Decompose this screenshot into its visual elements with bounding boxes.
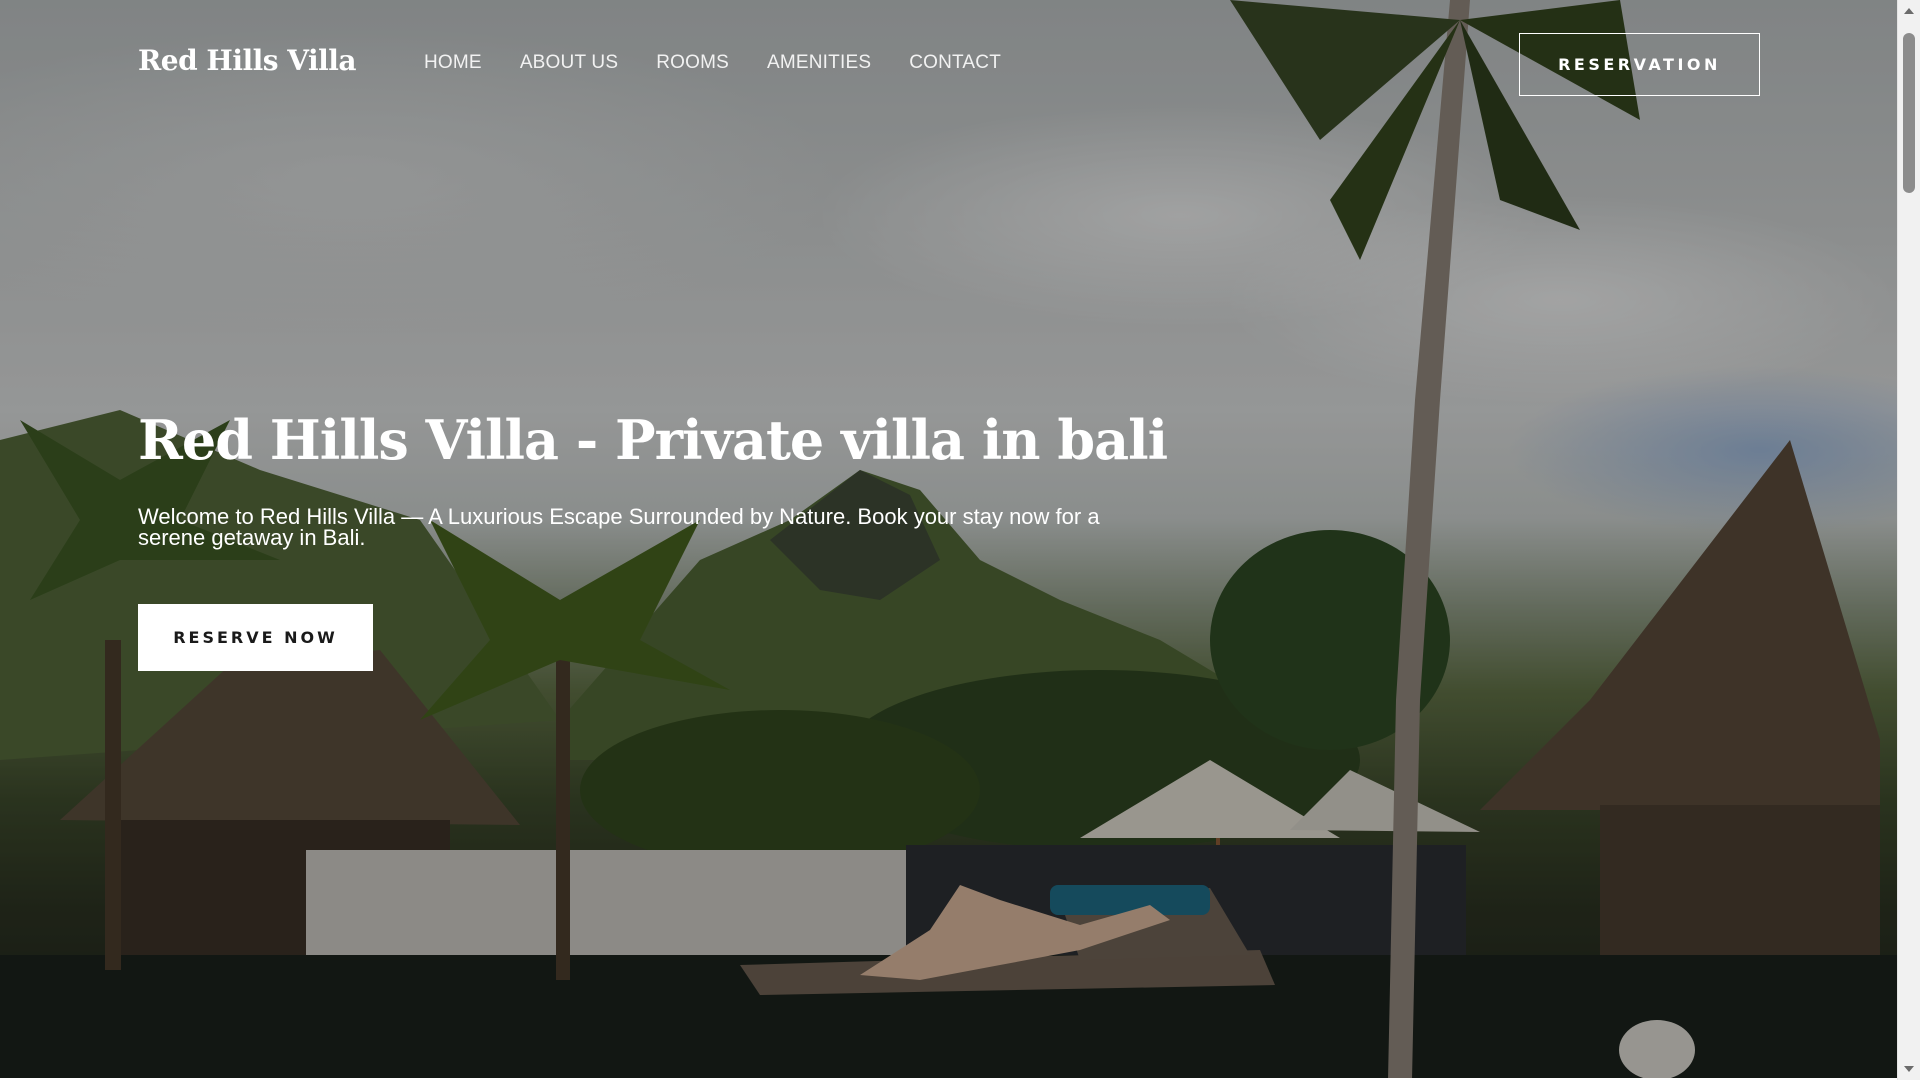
scrollbar-thumb[interactable]	[1903, 33, 1915, 193]
vertical-scrollbar[interactable]	[1897, 0, 1920, 1080]
nav-link-amenities[interactable]: AMENITIES	[767, 52, 871, 74]
triangle-down-icon[interactable]	[1904, 1066, 1914, 1072]
nav-link-contact[interactable]: CONTACT	[909, 52, 1001, 74]
hero-title: Red Hills Villa - Private villa in bali	[138, 408, 1168, 472]
nav-link-rooms[interactable]: ROOMS	[656, 52, 729, 74]
reserve-now-button[interactable]: RESERVE NOW	[138, 604, 373, 671]
site-logo[interactable]: Red Hills Villa	[138, 44, 357, 77]
hero-subtitle: Welcome to Red Hills Villa — A Luxurious…	[138, 504, 1100, 550]
nav-link-home[interactable]: HOME	[424, 52, 482, 74]
nav-link-about-us[interactable]: ABOUT US	[520, 52, 618, 74]
page-viewport: Red Hills Villa HOME ABOUT US ROOMS AMEN…	[0, 0, 1897, 1080]
main-nav: HOME ABOUT US ROOMS AMENITIES CONTACT	[424, 52, 1039, 74]
top-navbar: Red Hills Villa HOME ABOUT US ROOMS AMEN…	[0, 0, 1897, 128]
triangle-up-icon[interactable]	[1904, 8, 1914, 14]
reservation-button[interactable]: RESERVATION	[1519, 33, 1760, 96]
